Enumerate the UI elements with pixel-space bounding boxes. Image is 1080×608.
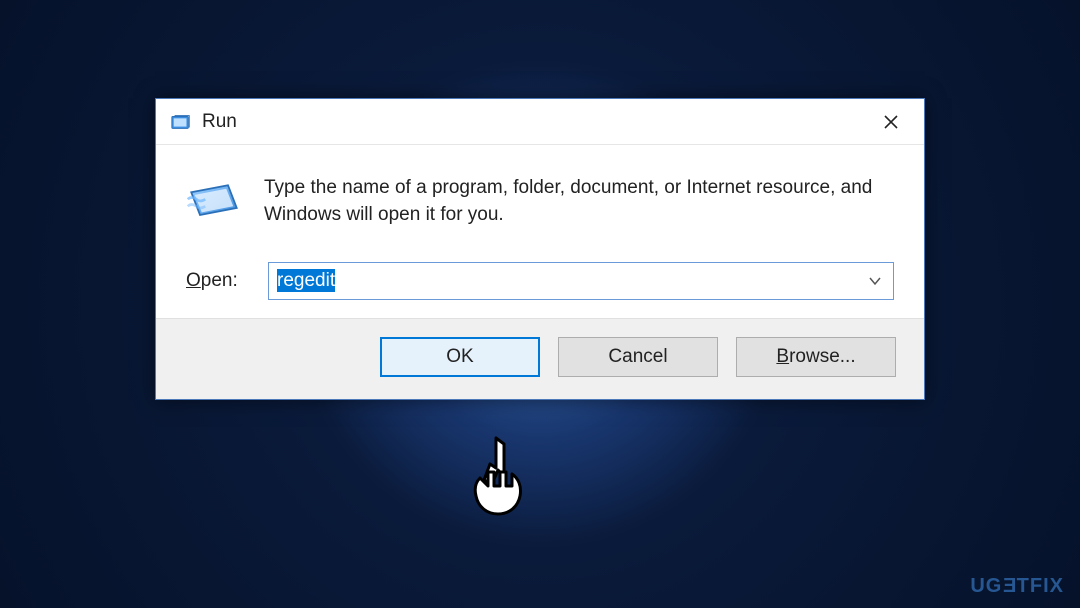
titlebar: Run xyxy=(156,99,924,145)
cancel-button[interactable]: Cancel xyxy=(558,337,718,377)
run-app-icon xyxy=(170,111,192,133)
open-label: Open: xyxy=(186,270,250,292)
dialog-body: Type the name of a program, folder, docu… xyxy=(156,145,924,248)
open-combobox[interactable]: regedit xyxy=(268,262,894,300)
browse-button[interactable]: Browse... xyxy=(736,337,896,377)
instruction-text: Type the name of a program, folder, docu… xyxy=(264,173,894,234)
chevron-down-icon[interactable] xyxy=(863,263,887,299)
run-dialog: Run Type the name of a program xyxy=(155,98,925,400)
open-row: Open: regedit xyxy=(156,248,924,318)
close-button[interactable] xyxy=(868,106,914,138)
dialog-title: Run xyxy=(202,111,868,133)
ok-button[interactable]: OK xyxy=(380,337,540,377)
open-input[interactable]: regedit xyxy=(277,270,863,292)
button-row: OK Cancel Browse... xyxy=(156,318,924,399)
watermark: UGETFIX xyxy=(970,575,1064,598)
run-big-icon xyxy=(186,173,242,234)
close-icon xyxy=(883,114,899,130)
